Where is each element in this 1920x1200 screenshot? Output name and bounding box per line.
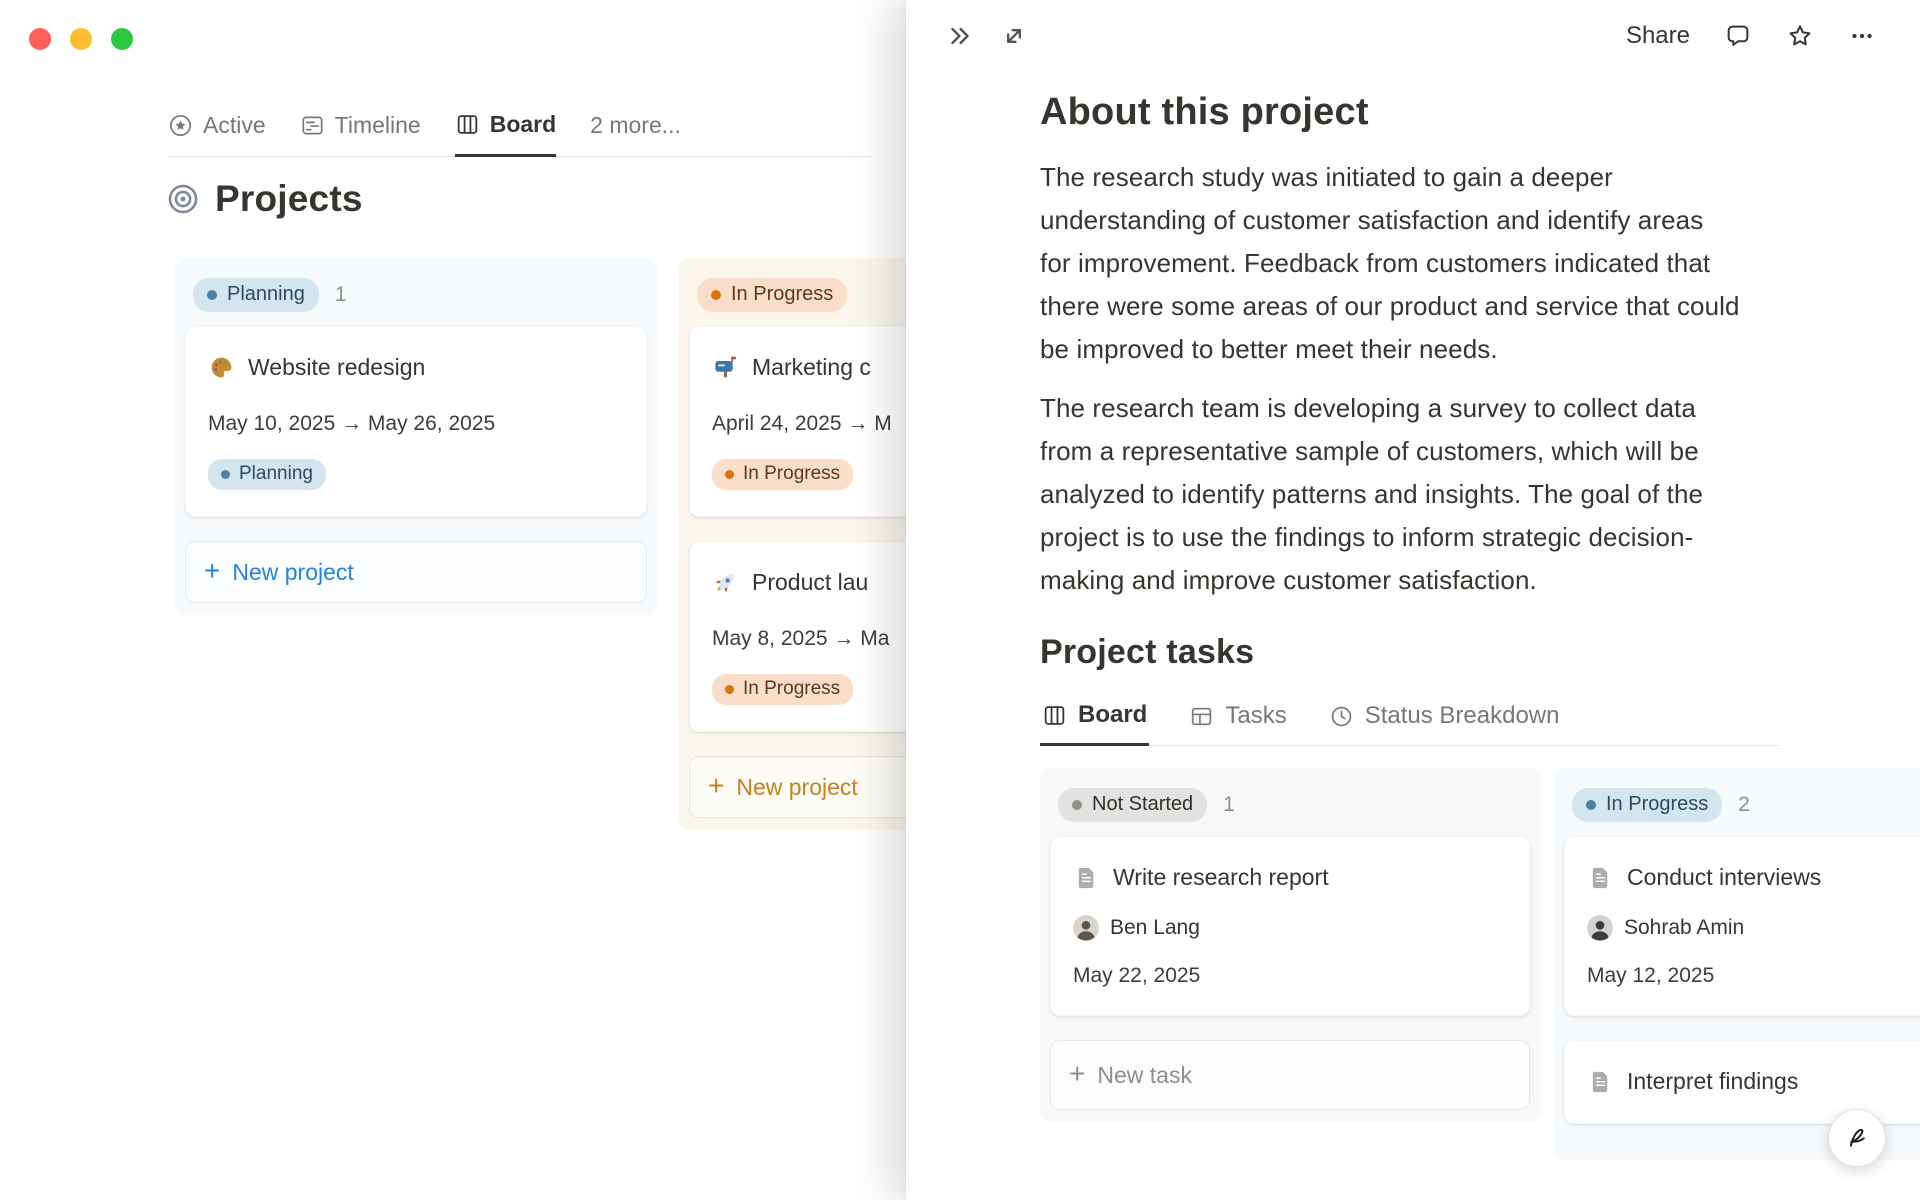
card-title: Conduct interviews: [1627, 864, 1822, 890]
page-icon: [1587, 1068, 1614, 1095]
task-card-write-research-report[interactable]: Write research report Ben Lang May 22, 2…: [1050, 836, 1530, 1016]
task-card-conduct-interviews[interactable]: Conduct interviews Sohrab Amin May 12, 2…: [1564, 836, 1920, 1016]
assignee-row: Sohrab Amin: [1587, 913, 1920, 943]
card-status-tag: In Progress: [712, 459, 854, 490]
tab-timeline-view[interactable]: Timeline: [300, 95, 421, 156]
plus-icon: +: [708, 769, 725, 801]
column-header: Not Started 1: [1048, 776, 1532, 836]
page-icon: [1587, 864, 1614, 891]
page-title: Projects: [215, 178, 363, 219]
card-dates: May 10, 2025 → May 26, 2025: [208, 412, 496, 435]
status-pill-in-progress: In Progress: [697, 278, 848, 312]
target-icon: [166, 182, 200, 216]
assignee-row: Ben Lang: [1073, 913, 1507, 943]
close-window-button[interactable]: [29, 28, 51, 50]
status-label: In Progress: [731, 283, 834, 305]
column-count: 2: [1738, 793, 1750, 816]
star-circle-icon: [168, 113, 193, 138]
card-status-tag: Planning: [208, 459, 326, 490]
status-label: Planning: [227, 283, 305, 305]
card-title: Interpret findings: [1627, 1068, 1799, 1094]
share-button[interactable]: Share: [1626, 22, 1690, 50]
notion-ai-button[interactable]: [1828, 1109, 1886, 1167]
tab-label: 2 more...: [590, 112, 681, 138]
panel-content: About this project The research study wa…: [1040, 88, 1920, 1160]
zoom-window-button[interactable]: [111, 28, 133, 50]
board-column-planning: Planning 1 Website redesign May 10, 2025…: [175, 258, 657, 615]
status-dot: [1072, 799, 1082, 810]
status-pill-planning: Planning: [193, 278, 319, 312]
tasks-view-tabs: Board Tasks Status Breakdown: [1040, 689, 1780, 746]
status-dot: [725, 469, 734, 479]
assignee-name: Ben Lang: [1110, 916, 1200, 939]
board-icon: [1042, 703, 1067, 728]
column-count: 1: [1223, 793, 1235, 816]
mailbox-icon: [712, 354, 739, 381]
task-column-in-progress: In Progress 2 Conduct interviews Sohrab …: [1554, 768, 1920, 1160]
avatar: [1587, 915, 1613, 941]
about-paragraph-1: The research study was initiated to gain…: [1040, 162, 1740, 364]
rocket-icon: [712, 569, 739, 596]
plus-icon: +: [1069, 1057, 1086, 1089]
status-label: Not Started: [1092, 793, 1194, 815]
status-label: In Progress: [1606, 793, 1709, 815]
status-dot: [711, 289, 721, 300]
avatar: [1073, 915, 1099, 941]
palette-icon: [208, 354, 235, 381]
task-column-not-started: Not Started 1 Write research report Ben …: [1040, 768, 1540, 1122]
timeline-icon: [300, 113, 325, 138]
task-date: May 12, 2025: [1587, 964, 1715, 987]
panel-toolbar: Share: [906, 0, 1920, 58]
card-title: Product lau: [752, 569, 869, 595]
card-title: Write research report: [1113, 864, 1329, 890]
tab-tasks-table[interactable]: Tasks: [1187, 689, 1288, 745]
tab-active-view[interactable]: Active: [168, 95, 266, 156]
card-status-tag: In Progress: [712, 674, 854, 705]
tab-status-breakdown[interactable]: Status Breakdown: [1327, 689, 1562, 745]
side-peek-panel: Share About this project The research st…: [906, 0, 1920, 1200]
section-heading-tasks: Project tasks: [1040, 633, 1255, 671]
new-project-button[interactable]: + New project: [185, 541, 647, 603]
new-task-button[interactable]: + New task: [1050, 1040, 1530, 1110]
view-tabs: Active Timeline Board 2 more...: [168, 95, 872, 157]
project-card-website-redesign[interactable]: Website redesign May 10, 2025 → May 26, …: [185, 326, 647, 517]
tab-board-view[interactable]: Board: [454, 95, 557, 157]
page-icon: [1073, 864, 1100, 891]
status-pill-not-started: Not Started: [1058, 788, 1208, 822]
tab-more-views[interactable]: 2 more...: [590, 95, 681, 156]
column-count: 1: [334, 283, 347, 306]
status-dot: [221, 469, 230, 479]
status-pill-in-progress: In Progress: [1572, 788, 1723, 822]
card-title: Website redesign: [248, 354, 426, 380]
status-dot: [1586, 799, 1596, 810]
minimize-window-button[interactable]: [70, 28, 92, 50]
tab-label: Board: [489, 111, 557, 137]
expand-page-icon[interactable]: [1000, 22, 1028, 50]
section-heading-about: About this project: [1040, 91, 1369, 133]
favorite-star-icon[interactable]: [1786, 22, 1814, 50]
clock-icon: [1329, 704, 1354, 729]
close-side-peek-icon[interactable]: [946, 22, 974, 50]
assignee-name: Sohrab Amin: [1624, 916, 1745, 939]
tasks-board: Not Started 1 Write research report Ben …: [1040, 768, 1920, 1160]
database-title: Projects: [166, 178, 363, 220]
more-options-icon[interactable]: [1848, 22, 1876, 50]
comments-icon[interactable]: [1724, 22, 1752, 50]
status-dot: [725, 684, 734, 694]
task-date: May 22, 2025: [1073, 964, 1201, 987]
tab-label: Active: [203, 112, 266, 138]
card-title: Marketing c: [752, 354, 871, 380]
notion-ai-face-icon: [1842, 1123, 1872, 1153]
window-controls: [29, 28, 133, 50]
column-header: Planning 1: [183, 266, 649, 326]
plus-icon: +: [204, 554, 221, 586]
column-header: In Progress 2: [1562, 776, 1920, 836]
tab-tasks-board[interactable]: Board: [1040, 689, 1150, 746]
board-icon: [455, 112, 480, 137]
about-paragraph-2: The research team is developing a survey…: [1040, 393, 1704, 595]
status-dot: [207, 289, 217, 300]
tab-label: Timeline: [334, 112, 421, 138]
table-icon: [1189, 704, 1214, 729]
